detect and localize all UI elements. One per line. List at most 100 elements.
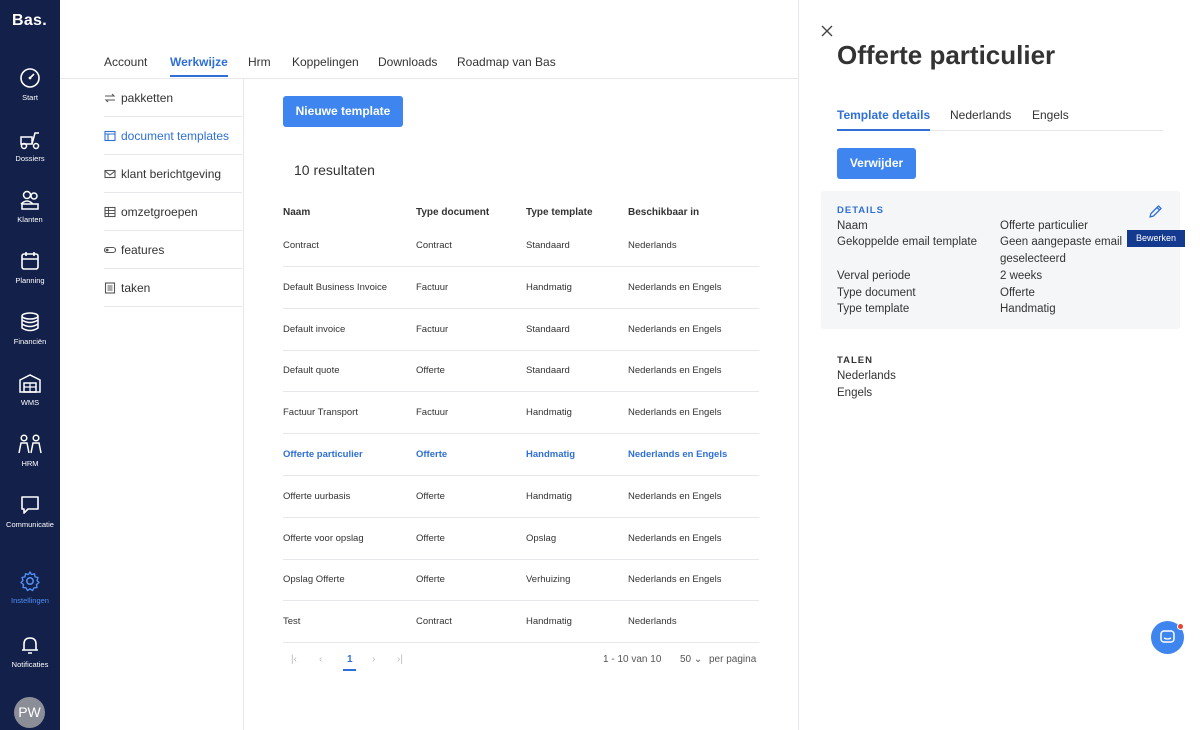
- cell-type-document: Offerte: [416, 574, 445, 586]
- table-row[interactable]: Factuur Transport Factuur Handmatig Nederla…: [283, 392, 759, 435]
- chevron-down-icon: ⌄: [693, 654, 703, 665]
- nav-label: Notificaties: [11, 660, 49, 669]
- sub-menu-label: omzetgroepen: [121, 204, 198, 219]
- detail-label-verval-periode: Verval periode: [837, 270, 911, 282]
- sub-menu-klant-berichtgeving[interactable]: klant berichtgeving: [104, 155, 242, 193]
- sub-menu-label: klant berichtgeving: [121, 166, 222, 181]
- cell-type-template: Handmatig: [526, 407, 572, 419]
- table-row[interactable]: Offerte voor opslag Offerte Opslag Nederlan…: [283, 518, 759, 560]
- cell-naam: Factuur Transport: [283, 407, 358, 419]
- cell-beschikbaar-in: Nederlands en Engels: [628, 323, 722, 335]
- nav-item-dossiers[interactable]: Dossiers: [0, 128, 60, 178]
- cell-type-template: Opslag: [526, 532, 557, 544]
- cell-beschikbaar-in: Nederlands en Engels: [628, 490, 722, 502]
- table-row[interactable]: Offerte particulier Offerte Handmatig Neder…: [283, 434, 759, 476]
- nav-item-communicatie[interactable]: Communicatie: [0, 494, 60, 544]
- notification-dot: [1177, 623, 1184, 630]
- detail-value-type-document: Offerte: [1000, 287, 1035, 299]
- pagination-range: 1 - 10 van 10: [603, 654, 662, 665]
- table-icon: [104, 206, 116, 217]
- nav-item-start[interactable]: Start: [0, 67, 60, 117]
- bell-icon: [22, 637, 38, 654]
- column-header-type-template[interactable]: Type template: [526, 207, 593, 218]
- delete-button[interactable]: Verwijder: [837, 148, 916, 179]
- scooter-icon: [20, 132, 40, 150]
- first-page-button[interactable]: |‹: [291, 654, 297, 665]
- table-row[interactable]: Default Business Invoice Factuur Handmatig…: [283, 267, 759, 309]
- cell-type-template: Standaard: [526, 240, 570, 251]
- cell-type-template: Handmatig: [526, 616, 572, 628]
- language-item: Engels: [837, 387, 873, 399]
- nav-item-hrm[interactable]: HRM: [0, 433, 60, 483]
- tab-template-details[interactable]: Template details: [837, 108, 931, 131]
- settings-tabs: Account Werkwijze Hrm Koppelingen Downlo…: [60, 0, 798, 79]
- nav-item-wms[interactable]: WMS: [0, 372, 60, 422]
- cell-type-template: Handmatig: [526, 449, 576, 460]
- nav-item-financien[interactable]: Financiën: [0, 311, 60, 361]
- sub-menu: pakketten document templates klant beric…: [60, 79, 244, 730]
- tab-nederlands[interactable]: Nederlands: [950, 108, 1011, 122]
- tab-downloads[interactable]: Downloads: [378, 55, 437, 69]
- cell-type-template: Standaard: [526, 323, 570, 335]
- cell-naam: Contract: [283, 240, 319, 251]
- cell-beschikbaar-in: Nederlands en Engels: [628, 532, 722, 544]
- cell-naam: Offerte uurbasis: [283, 490, 351, 502]
- nav-item-notificaties[interactable]: Notificaties: [0, 634, 60, 684]
- column-header-naam[interactable]: Naam: [283, 207, 310, 218]
- nav-label: Dossiers: [15, 154, 45, 163]
- table-row[interactable]: Offerte uurbasis Offerte Handmatig Nederlan…: [283, 476, 759, 518]
- cell-type-template: Standaard: [526, 365, 570, 377]
- table-row[interactable]: Default quote Offerte Standaard Nederlands …: [283, 350, 759, 393]
- tab-hrm[interactable]: Hrm: [248, 55, 271, 69]
- cell-type-document: Factuur: [416, 281, 449, 293]
- sub-menu-document-templates[interactable]: document templates: [104, 117, 242, 155]
- warehouse-icon: [19, 374, 41, 393]
- column-header-type-document[interactable]: Type document: [416, 207, 489, 218]
- nav-label: Klanten: [17, 215, 43, 224]
- new-template-button[interactable]: Nieuwe template: [283, 96, 403, 127]
- tab-account[interactable]: Account: [104, 55, 147, 69]
- per-page-select[interactable]: 50 ⌄: [680, 654, 702, 665]
- table-row[interactable]: Test Contract Handmatig Nederlands: [283, 601, 759, 644]
- detail-label-naam: Naam: [837, 220, 868, 232]
- cell-type-document: Offerte: [416, 449, 448, 460]
- nav-label: Communicatie: [6, 520, 54, 529]
- app-logo[interactable]: Bas.: [12, 12, 47, 30]
- sub-menu-pakketten[interactable]: pakketten: [104, 79, 242, 117]
- nav-label: HRM: [21, 459, 39, 468]
- table-row[interactable]: Opslag Offerte Offerte Verhuizing Nederland…: [283, 559, 759, 602]
- main-navigation: Bas. Start Dossiers Klanten Planning Fin…: [0, 0, 60, 730]
- close-icon[interactable]: [820, 24, 834, 38]
- column-header-beschikbaar-in[interactable]: Beschikbaar in: [628, 207, 699, 218]
- user-avatar[interactable]: PW: [14, 697, 45, 728]
- table-row[interactable]: Contract Contract Standaard Nederlands: [283, 225, 759, 267]
- language-item: Nederlands: [837, 370, 896, 382]
- nav-item-planning[interactable]: Planning: [0, 250, 60, 300]
- cell-naam: Offerte particulier: [283, 449, 363, 460]
- tab-roadmap[interactable]: Roadmap van Bas: [457, 55, 556, 69]
- active-page-indicator: [343, 669, 356, 671]
- sub-menu-label: pakketten: [121, 90, 174, 105]
- prev-page-button[interactable]: ‹: [319, 654, 322, 665]
- sub-menu-omzetgroepen[interactable]: omzetgroepen: [104, 193, 242, 231]
- cell-type-document: Contract: [416, 616, 452, 628]
- table-row[interactable]: Default invoice Factuur Standaard Nederland…: [283, 309, 759, 351]
- sub-menu-taken[interactable]: taken: [104, 269, 242, 307]
- last-page-button[interactable]: ›|: [397, 654, 403, 665]
- nav-label: Financiën: [13, 337, 47, 346]
- sub-menu-features[interactable]: features: [104, 231, 242, 269]
- cell-type-document: Factuur: [416, 323, 449, 335]
- next-page-button[interactable]: ›: [372, 654, 375, 665]
- cell-beschikbaar-in: Nederlands en Engels: [628, 407, 722, 419]
- nav-item-instellingen[interactable]: Instellingen: [0, 570, 60, 620]
- cell-naam: Default quote: [283, 365, 340, 377]
- nav-item-klanten[interactable]: Klanten: [0, 189, 60, 239]
- tab-koppelingen[interactable]: Koppelingen: [292, 55, 359, 69]
- pencil-icon[interactable]: [1148, 204, 1163, 219]
- envelope-icon: [104, 169, 116, 178]
- tab-engels[interactable]: Engels: [1032, 108, 1069, 122]
- page-number-button[interactable]: 1: [347, 654, 353, 665]
- tab-werkwijze[interactable]: Werkwijze: [170, 55, 228, 77]
- results-count: 10 resultaten: [294, 162, 375, 178]
- calendar-icon: [21, 252, 39, 270]
